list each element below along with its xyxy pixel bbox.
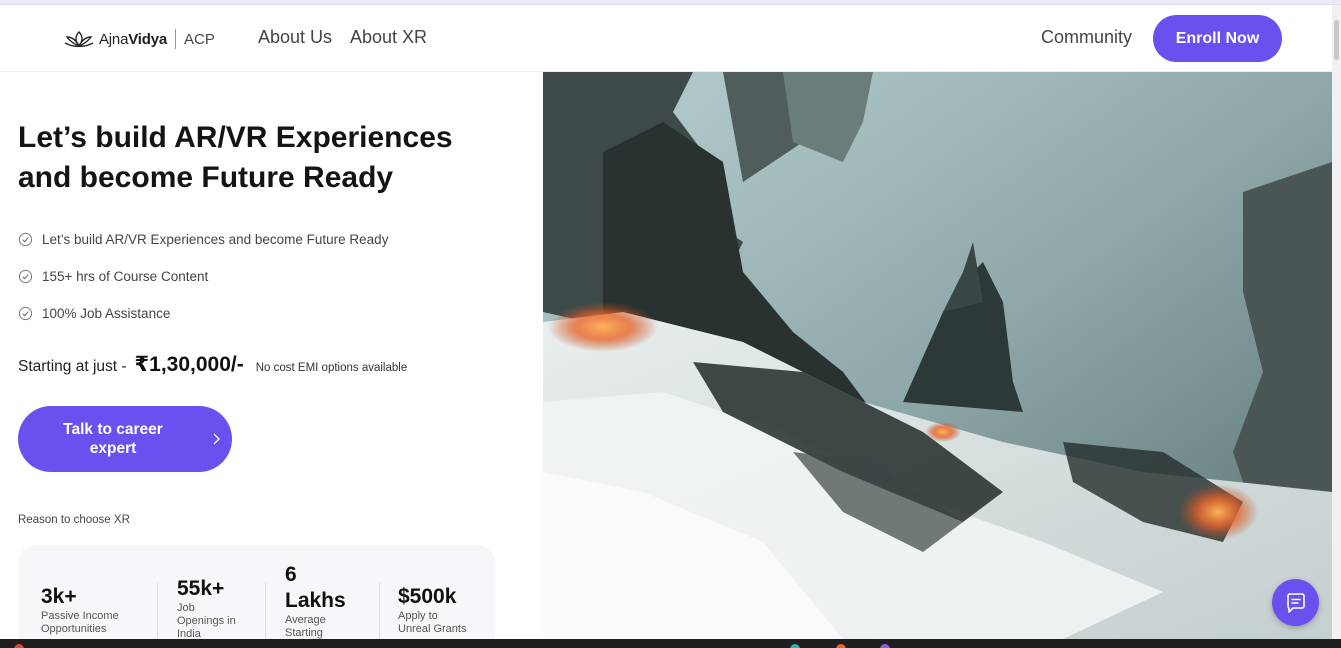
- stat-value-line: 6: [285, 563, 297, 586]
- stat-value: 6 Lakhs: [285, 562, 346, 614]
- reasons-label: Reason to choose XR: [18, 514, 130, 526]
- hero-title-line-2: and become Future Ready: [18, 161, 394, 194]
- talk-to-career-expert-button[interactable]: Talk to career expert: [18, 406, 232, 472]
- stat-value: $500k: [398, 585, 457, 608]
- feature-text: Let’s build AR/VR Experiences and become…: [42, 232, 389, 247]
- feature-item: 100% Job Assistance: [18, 306, 170, 321]
- career-button-label-line-1: Talk to career: [63, 421, 163, 438]
- stat-divider: [265, 583, 266, 643]
- chat-button[interactable]: [1272, 579, 1319, 626]
- check-circle-icon: [18, 306, 33, 321]
- brand-logo[interactable]: Ajna Vidya ACP: [63, 27, 215, 51]
- stat-value: 3k+: [41, 585, 77, 608]
- stat-description-line: Average: [285, 614, 326, 626]
- career-button-label: Talk to career expert: [38, 420, 188, 458]
- stat-description-line: Job: [177, 602, 195, 614]
- feature-item: 155+ hrs of Course Content: [18, 269, 208, 284]
- career-button-label-line-2: expert: [89, 440, 137, 457]
- stat-divider: [157, 583, 158, 643]
- stats-card: 3k+ Passive Income Opportunities 55k+ Jo…: [18, 545, 495, 648]
- nav-about-us[interactable]: About Us: [258, 27, 332, 48]
- feature-text: 100% Job Assistance: [42, 306, 171, 321]
- taskbar-app-icon[interactable]: [14, 644, 24, 648]
- stat-description: Job Openings in India: [177, 602, 236, 641]
- stat-description-line: Unreal Grants: [398, 623, 467, 635]
- stat-description-line: Opportunities: [41, 623, 107, 635]
- taskbar-app-icon[interactable]: [880, 644, 890, 648]
- stat-description-line: Starting: [285, 627, 323, 639]
- enroll-now-button[interactable]: Enroll Now: [1153, 15, 1282, 62]
- chevron-right-icon: [213, 433, 220, 445]
- site-header: Ajna Vidya ACP About Us About XR Communit…: [0, 5, 1341, 72]
- taskbar-app-icon[interactable]: [790, 644, 800, 648]
- scrollbar-track[interactable]: [1332, 5, 1341, 639]
- check-circle-icon: [18, 232, 33, 247]
- stat-item: 3k+ Passive Income Opportunities: [41, 584, 119, 636]
- nav-community[interactable]: Community: [1041, 27, 1132, 48]
- nav-about-xr[interactable]: About XR: [350, 27, 427, 48]
- stat-description: Passive Income Opportunities: [41, 610, 119, 636]
- stat-value: 55k+: [177, 577, 225, 600]
- price-row: Starting at just - ₹1,30,000/- No cost E…: [18, 352, 407, 377]
- chat-icon: [1286, 592, 1305, 613]
- brand-name-bold: Vidya: [128, 30, 167, 48]
- emi-note: No cost EMI options available: [255, 362, 408, 374]
- feature-text: 155+ hrs of Course Content: [42, 269, 209, 284]
- price-value: ₹1,30,000/-: [134, 353, 244, 376]
- landscape-illustration: [543, 72, 1332, 639]
- brand-divider: [174, 29, 176, 49]
- stat-description: Average Starting: [285, 614, 346, 640]
- hero-title: Let’s build AR/VR Experiences and become…: [18, 118, 518, 198]
- feature-item: Let’s build AR/VR Experiences and become…: [18, 232, 388, 247]
- stat-divider: [379, 583, 380, 643]
- stat-item: 55k+ Job Openings in India: [177, 576, 236, 641]
- taskbar-app-icon[interactable]: [836, 644, 846, 648]
- brand-name-light: Ajna: [99, 30, 129, 48]
- stat-item: $500k Apply to Unreal Grants: [398, 584, 466, 636]
- stat-description-line: Passive Income: [41, 610, 119, 622]
- stat-item: 6 Lakhs Average Starting: [285, 562, 346, 640]
- scrollbar-thumb[interactable]: [1334, 20, 1339, 60]
- brand-suffix: ACP: [183, 30, 215, 48]
- stat-description-line: Apply to: [398, 610, 438, 622]
- hero-xr-landscape-image: [543, 72, 1332, 639]
- price-prefix: Starting at just -: [18, 358, 127, 375]
- stat-value-line: Lakhs: [285, 589, 346, 612]
- os-taskbar: [0, 639, 1341, 648]
- lotus-icon: [64, 31, 94, 48]
- check-circle-icon: [18, 269, 33, 284]
- hero-title-line-1: Let’s build AR/VR Experiences: [18, 121, 453, 154]
- stat-description: Apply to Unreal Grants: [398, 610, 466, 636]
- stat-description-line: Openings in: [177, 615, 236, 627]
